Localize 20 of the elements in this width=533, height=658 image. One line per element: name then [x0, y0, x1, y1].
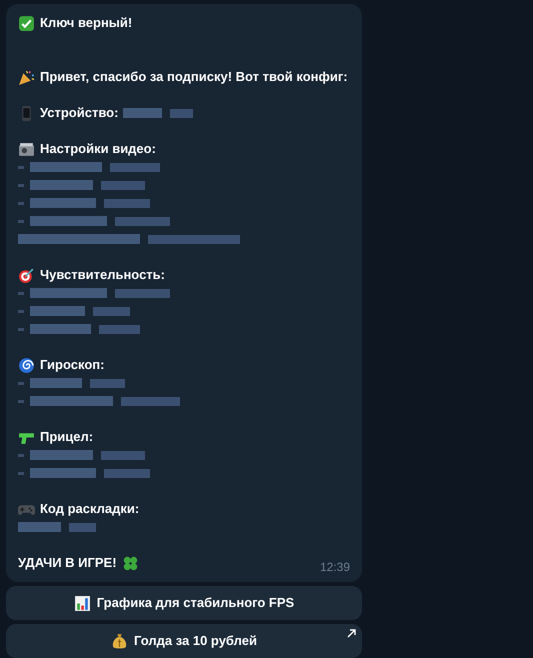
inline-keyboard-button[interactable]: Голда за 10 рублей — [6, 624, 362, 658]
target-icon — [18, 266, 35, 284]
message-text: УДАЧИ В ИГРЕ! — [18, 554, 117, 572]
money-bag-icon — [111, 632, 128, 650]
bar-chart-icon — [74, 594, 91, 612]
message-text: Устройство: — [40, 104, 118, 122]
message-time: 12:39 — [320, 559, 350, 576]
spiral-icon — [18, 356, 35, 374]
camera-icon — [18, 140, 35, 158]
message-text: Гироскоп: — [40, 356, 104, 374]
inline-keyboard-button[interactable]: Графика для стабильного FPS — [6, 586, 362, 620]
message-text: Код раскладки: — [40, 500, 140, 518]
message-text: Привет, спасибо за подписку! Вот твой конфиг: — [40, 68, 348, 86]
message-text: Настройки видео: — [40, 140, 156, 158]
message-text: Чувствительность: — [40, 266, 165, 284]
message-text: Прицел: — [40, 428, 94, 446]
message-text: Ключ верный! — [40, 14, 132, 32]
party-popper-icon — [18, 68, 35, 86]
clover-icon — [122, 554, 139, 572]
check-mark-icon — [18, 14, 35, 32]
